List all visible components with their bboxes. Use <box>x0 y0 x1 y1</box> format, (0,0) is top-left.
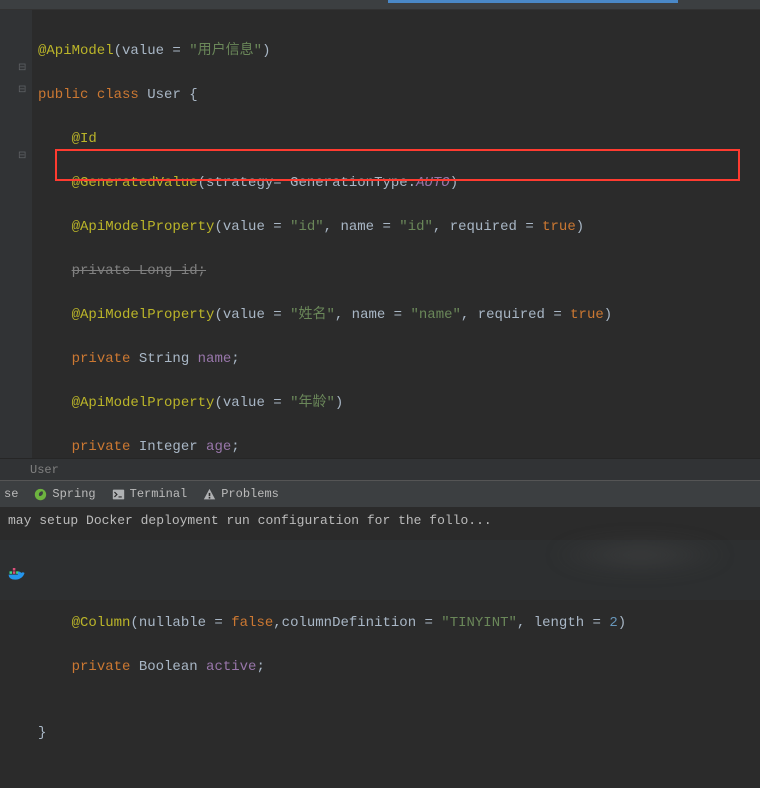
tool-tabs: se Spring Terminal Problems <box>0 481 760 507</box>
docker-icon[interactable] <box>6 562 28 584</box>
tab-terminal[interactable]: Terminal <box>112 487 188 501</box>
tab-bar <box>0 0 760 10</box>
terminal-icon <box>112 488 125 501</box>
code-content[interactable]: @ApiModel(value = "用户信息") public class U… <box>0 18 760 788</box>
bottom-panel: se Spring Terminal Problems may setup Do… <box>0 480 760 540</box>
code-editor[interactable]: ⊟ ⊟ ⊟ @ApiModel(value = "用户信息") public c… <box>0 10 760 480</box>
fold-icon[interactable]: ⊟ <box>18 62 26 74</box>
gutter: ⊟ ⊟ ⊟ <box>0 10 32 480</box>
breadcrumb[interactable]: User <box>0 458 760 480</box>
tab-se[interactable]: se <box>4 487 18 501</box>
tab-spring[interactable]: Spring <box>34 487 95 501</box>
tab-problems[interactable]: Problems <box>203 487 279 501</box>
warning-icon <box>203 488 216 501</box>
annotation: @ApiModel <box>38 43 114 59</box>
terminal-output: may setup Docker deployment run configur… <box>0 507 760 534</box>
spring-icon <box>34 488 47 501</box>
breadcrumb-item[interactable]: User <box>30 463 59 477</box>
terminal-line: may setup Docker deployment run configur… <box>8 513 492 528</box>
fold-icon[interactable]: ⊟ <box>18 150 26 162</box>
fold-icon[interactable]: ⊟ <box>18 84 26 96</box>
glare <box>550 535 730 575</box>
